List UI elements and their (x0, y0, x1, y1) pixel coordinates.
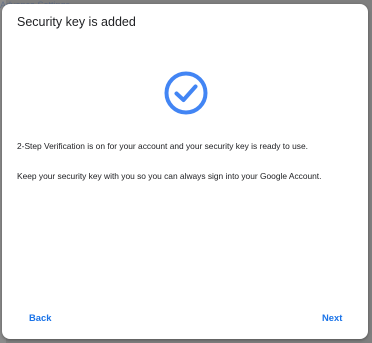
next-button[interactable]: Next (319, 310, 345, 325)
security-key-dialog: Security key is added 2-Step Verificatio… (2, 4, 368, 339)
keep-key-advice-text: Keep your security key with you so you c… (17, 171, 322, 181)
back-button[interactable]: Back (26, 310, 54, 325)
check-circle-icon (163, 70, 209, 116)
dialog-title: Security key is added (17, 15, 136, 29)
verification-status-text: 2-Step Verification is on for your accou… (17, 141, 308, 151)
